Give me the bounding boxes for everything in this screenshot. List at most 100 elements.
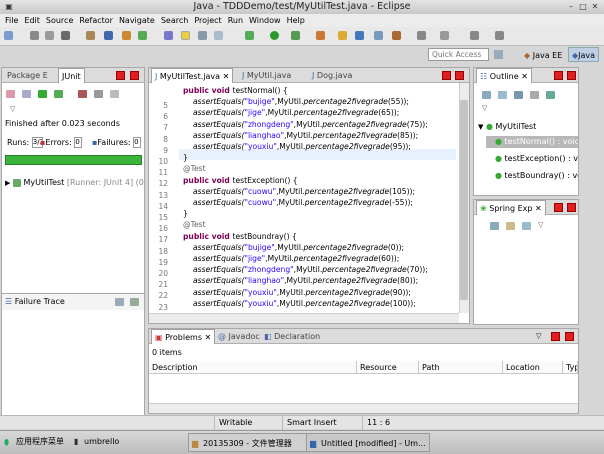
code-line[interactable]: assertEquals("zhongdeng",MyUtil.percenta… (193, 119, 428, 130)
debug-run-icon[interactable] (245, 31, 254, 40)
menu-source[interactable]: Source (43, 14, 76, 27)
build-icon[interactable] (86, 31, 95, 40)
tab-myutiltest-java[interactable]: J MyUtilTest.java ✕ (151, 68, 234, 83)
outline-method-item[interactable]: ● testBoundray() : voi (486, 171, 578, 180)
open-perspective-icon[interactable] (494, 50, 503, 59)
spring-menu-icon[interactable]: ▽ (538, 221, 543, 229)
collapse-all-icon[interactable] (490, 222, 499, 230)
code-line[interactable]: assertEquals("jige",MyUtil.percentage2fi… (193, 107, 399, 118)
tab-javadoc[interactable]: @ Javadoc (215, 329, 263, 344)
column-path[interactable]: Path (419, 361, 503, 374)
app-menu-icon[interactable]: ⬮ (4, 432, 9, 454)
code-line[interactable]: assertEquals("youxiu",MyUtil.percentage2… (193, 141, 411, 152)
outline-minimize-icon[interactable] (554, 71, 563, 80)
umbrello-icon[interactable]: ▮ (74, 431, 78, 453)
code-line[interactable]: } (183, 152, 188, 163)
wizard-icon[interactable] (122, 31, 131, 40)
next-annotation-icon[interactable] (417, 31, 426, 40)
open-type-icon[interactable] (374, 31, 383, 40)
code-line[interactable]: public void testException() { (183, 175, 298, 186)
code-line[interactable]: assertEquals("bujige",MyUtil.percentage2… (193, 96, 409, 107)
hide-fields-icon[interactable] (498, 91, 507, 99)
menu-edit[interactable]: Edit (21, 14, 43, 27)
search-icon[interactable] (392, 31, 401, 40)
debug-icon[interactable] (104, 31, 113, 40)
spring-maximize-icon[interactable] (567, 203, 576, 212)
forward-icon[interactable] (495, 31, 504, 40)
perspective-java[interactable]: ◆Java (568, 47, 600, 62)
tab-junit[interactable]: JUnit (58, 68, 85, 83)
menu-search[interactable]: Search (158, 14, 191, 27)
tree-expand-icon[interactable]: ▶ (5, 179, 10, 187)
next-failure-icon[interactable] (6, 90, 15, 98)
menu-refactor[interactable]: Refactor (76, 14, 116, 27)
history-icon[interactable] (94, 90, 103, 98)
refresh-icon[interactable] (138, 31, 147, 40)
problems-maximize-icon[interactable] (565, 332, 574, 341)
menu-window[interactable]: Window (246, 14, 284, 27)
mark-occurrences-icon[interactable] (181, 31, 190, 40)
filter-icon[interactable] (522, 222, 531, 230)
maximize-view-icon[interactable] (130, 71, 139, 80)
new-class-icon[interactable] (355, 31, 364, 40)
tab-problems[interactable]: ▣ Problems ✕ (151, 329, 216, 344)
minimize-view-icon[interactable] (116, 71, 125, 80)
code-line[interactable]: assertEquals("zhongdeng",MyUtil.percenta… (193, 264, 428, 275)
problems-minimize-icon[interactable] (551, 332, 560, 341)
editor-minimize-icon[interactable] (442, 71, 451, 80)
prev-failure-icon[interactable] (22, 90, 31, 98)
code-line[interactable]: @Test (183, 163, 206, 174)
editor-scroll-thumb[interactable] (460, 100, 468, 300)
external-tools-icon[interactable] (316, 31, 325, 40)
maximize-icon[interactable]: □ (578, 2, 588, 12)
toggle-icon[interactable] (164, 31, 173, 40)
column-type[interactable]: Typ (563, 361, 578, 374)
column-resource[interactable]: Resource (357, 361, 419, 374)
close-icon[interactable]: ✕ (590, 2, 600, 12)
hide-local-types-icon[interactable] (546, 91, 555, 99)
menu-run[interactable]: Run (225, 14, 246, 27)
test-tree-item[interactable]: ▶ MyUtilTest [Runner: JUnit 4] (0 (5, 178, 144, 187)
code-line[interactable]: assertEquals("lianghao",MyUtil.percentag… (193, 275, 418, 286)
hide-static-icon[interactable] (514, 91, 523, 99)
quick-access-input[interactable]: Quick Access (428, 48, 489, 61)
sort-icon[interactable] (482, 91, 491, 99)
toggle-block-icon[interactable] (198, 31, 207, 40)
problems-horizontal-scrollbar[interactable] (149, 403, 578, 413)
code-line[interactable]: } (183, 208, 188, 219)
tree-collapse-icon[interactable]: ▼ (478, 123, 483, 131)
outline-method-item[interactable]: ● testException() : vo (486, 154, 578, 163)
coverage-icon[interactable] (291, 31, 300, 40)
compare-results-icon[interactable] (130, 298, 139, 306)
prev-annotation-icon[interactable] (440, 31, 449, 40)
show-whitespace-icon[interactable] (214, 31, 223, 40)
outline-menu-icon[interactable]: ▽ (482, 104, 487, 112)
tab-spring-explorer[interactable]: ❀ Spring Exp ✕ (476, 200, 546, 215)
hide-nonpublic-icon[interactable] (530, 91, 539, 99)
code-line[interactable]: assertEquals("bujige",MyUtil.percentage2… (193, 242, 404, 253)
tab-dog-java[interactable]: J Dog.java (309, 68, 355, 83)
window-menu-icon[interactable]: ▣ (4, 2, 14, 12)
app-menu-button[interactable]: 应用程序菜单 (16, 431, 64, 453)
outline-method-item[interactable]: ● testNormal() : void (486, 136, 578, 148)
code-line[interactable]: public void testBoundray() { (183, 231, 297, 242)
code-line[interactable]: public void testNormal() { (183, 85, 288, 96)
code-line[interactable]: assertEquals("lianghao",MyUtil.percentag… (193, 130, 418, 141)
rerun-failed-icon[interactable] (54, 90, 63, 98)
code-line[interactable]: assertEquals("jige",MyUtil.percentage2fi… (193, 253, 399, 264)
back-icon[interactable] (470, 31, 479, 40)
menu-help[interactable]: Help (284, 14, 308, 27)
filter-trace-icon[interactable] (115, 298, 124, 306)
editor-vertical-scrollbar[interactable] (459, 83, 469, 313)
new-package-icon[interactable] (338, 31, 347, 40)
code-line[interactable]: assertEquals("youxiu",MyUtil.percentage2… (193, 298, 416, 309)
taskbar-umbrello[interactable]: umbrello (84, 431, 119, 453)
view-menu-icon[interactable] (110, 90, 119, 98)
menu-file[interactable]: File (2, 14, 21, 27)
spring-minimize-icon[interactable] (554, 203, 563, 212)
editor-maximize-icon[interactable] (455, 71, 464, 80)
problems-menu-icon[interactable]: ▽ (536, 332, 541, 340)
perspective-java-ee[interactable]: ◆ Java EE (520, 47, 566, 62)
menu-navigate[interactable]: Navigate (116, 14, 158, 27)
tab-declaration[interactable]: ◧ Declaration (261, 329, 323, 344)
